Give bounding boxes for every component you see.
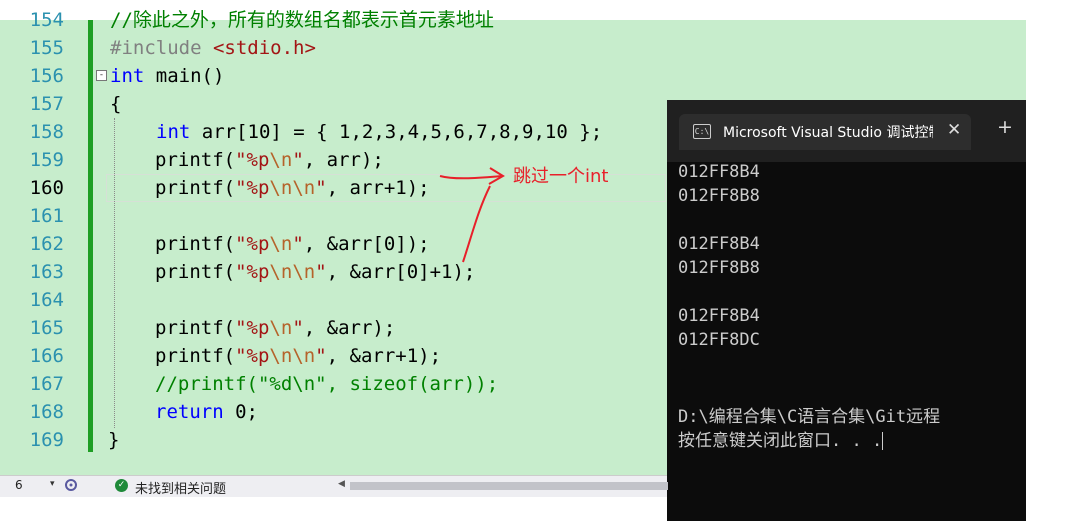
terminal-output-line: 012FF8B4 xyxy=(678,306,760,326)
terminal-output-line: 012FF8B8 xyxy=(678,258,760,278)
close-icon[interactable]: ✕ xyxy=(947,120,961,140)
terminal-output-line: 012FF8B8 xyxy=(678,186,760,206)
terminal-tab[interactable]: C:\ Microsoft Visual Studio 调试控制台 ✕ xyxy=(679,114,971,150)
arrow-to-label xyxy=(439,175,503,180)
terminal-prompt-text: 按任意键关闭此窗口. . . xyxy=(678,431,883,451)
terminal-output-line: 012FF8B4 xyxy=(678,162,760,182)
chevron-down-icon[interactable]: ▾ xyxy=(50,479,55,489)
horizontal-scrollbar[interactable] xyxy=(350,482,668,490)
terminal-output-line: D:\编程合集\C语言合集\Git远程 xyxy=(678,407,941,427)
debug-console-window[interactable]: C:\ Microsoft Visual Studio 调试控制台 ✕ + 01… xyxy=(667,100,1026,521)
annotation-skip-int: 跳过一个int xyxy=(513,166,609,187)
text-cursor xyxy=(882,432,884,450)
zoom-level[interactable]: 6 xyxy=(15,478,23,492)
console-icon: C:\ xyxy=(693,124,711,139)
terminal-tab-title: Microsoft Visual Studio 调试控制台 xyxy=(723,125,933,141)
terminal-prompt-line: 按任意键关闭此窗口. . . xyxy=(678,426,884,451)
new-tab-icon[interactable]: + xyxy=(997,116,1013,138)
check-circle-icon: ✓ xyxy=(115,479,128,492)
arrow-from-line-163 xyxy=(462,185,491,263)
editor-status-bar: 6 ▾ ✓ 未找到相关问题 ◀ xyxy=(0,475,668,497)
issues-status-text[interactable]: 未找到相关问题 xyxy=(135,478,226,497)
terminal-tab-bar: C:\ Microsoft Visual Studio 调试控制台 ✕ + xyxy=(667,100,1026,162)
scroll-left-icon[interactable]: ◀ xyxy=(338,479,345,489)
terminal-output-line: 012FF8DC xyxy=(678,330,760,350)
copilot-icon[interactable] xyxy=(64,478,78,496)
terminal-output-line: 012FF8B4 xyxy=(678,234,760,254)
